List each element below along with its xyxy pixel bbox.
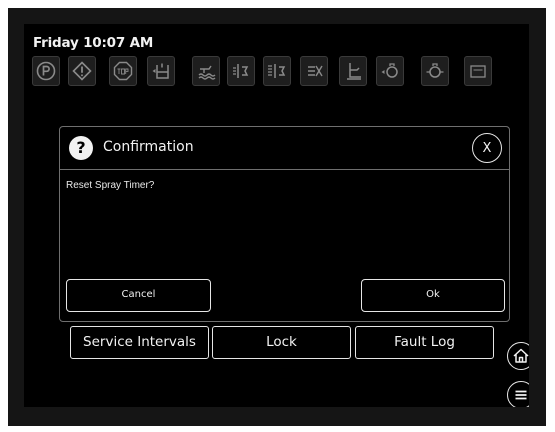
gauge-icon[interactable] — [464, 56, 492, 86]
tank-level-icon[interactable] — [147, 56, 175, 86]
dialog-title: Confirmation — [103, 139, 194, 155]
question-icon: ? — [69, 136, 93, 160]
menu-button[interactable] — [507, 381, 529, 407]
section-control-icon[interactable] — [227, 56, 255, 86]
dialog-message: Reset Spray Timer? — [66, 180, 155, 191]
lock-button[interactable]: Lock — [212, 326, 351, 359]
home-button[interactable] — [507, 342, 529, 370]
hitch-icon[interactable] — [339, 56, 367, 86]
fault-log-button[interactable]: Fault Log — [355, 326, 494, 359]
cancel-button[interactable]: Cancel — [66, 279, 211, 312]
service-intervals-button[interactable]: Service Intervals — [70, 326, 209, 359]
close-button[interactable]: X — [472, 133, 502, 163]
datetime-label: Friday 10:07 AM — [33, 35, 154, 51]
nozzle-off-icon[interactable] — [300, 56, 328, 86]
stop-icon[interactable] — [109, 56, 137, 86]
multi-section-icon[interactable] — [263, 56, 291, 86]
home-icon — [513, 348, 529, 363]
display-screen: Friday 10:07 AM ? Confirmation X Reset S… — [24, 24, 529, 407]
menu-icon — [515, 390, 527, 400]
dialog-header: ? Confirmation X — [60, 127, 509, 170]
spray-boom-icon[interactable] — [192, 56, 220, 86]
confirmation-dialog: ? Confirmation X Reset Spray Timer? Canc… — [59, 126, 510, 322]
pump-icon[interactable] — [376, 56, 404, 86]
ok-button[interactable]: Ok — [361, 279, 505, 312]
parking-brake-icon[interactable] — [32, 56, 60, 86]
engine-icon[interactable] — [421, 56, 449, 86]
warning-icon[interactable] — [68, 56, 96, 86]
